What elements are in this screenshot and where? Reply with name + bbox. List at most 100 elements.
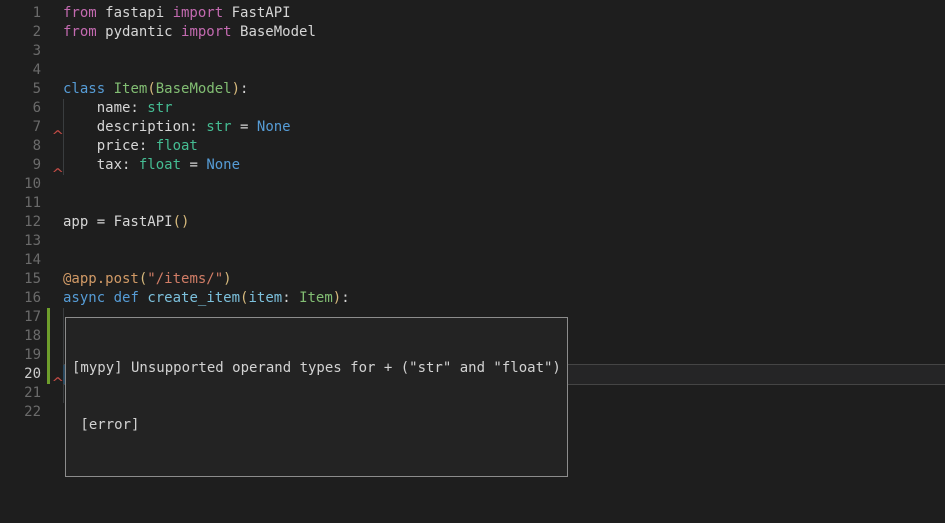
gutter (41, 4, 63, 23)
line-number[interactable]: 11 (0, 194, 41, 213)
line-number[interactable]: 17 (0, 308, 41, 327)
code-text[interactable]: class Item(BaseModel): (63, 80, 945, 99)
code-token: item (248, 290, 282, 306)
line-number[interactable]: 21 (0, 384, 41, 403)
code-text[interactable]: description: str = None (63, 118, 945, 137)
code-token: pydantic (97, 24, 181, 40)
gutter (41, 194, 63, 213)
code-text[interactable]: price: float (63, 137, 945, 156)
code-line[interactable]: 4 (0, 61, 945, 80)
code-token: None (206, 157, 240, 173)
code-token: = (181, 157, 206, 173)
line-number[interactable]: 13 (0, 232, 41, 251)
code-line[interactable]: 2 from pydantic import BaseModel (0, 23, 945, 42)
line-number[interactable]: 18 (0, 327, 41, 346)
line-number[interactable]: 5 (0, 80, 41, 99)
line-number[interactable]: 4 (0, 61, 41, 80)
code-token: fastapi (97, 5, 173, 21)
line-number[interactable]: 22 (0, 403, 41, 422)
code-line[interactable]: 10 (0, 175, 945, 194)
line-number[interactable]: 2 (0, 23, 41, 42)
git-added-bar (47, 327, 50, 346)
gutter (41, 289, 63, 308)
code-token: name: (63, 100, 147, 116)
code-line[interactable]: 7 description: str = None (0, 118, 945, 137)
line-number[interactable]: 12 (0, 213, 41, 232)
code-token: tax: (63, 157, 139, 173)
code-text[interactable] (63, 175, 945, 194)
line-number[interactable]: 6 (0, 99, 41, 118)
line-number[interactable]: 14 (0, 251, 41, 270)
code-line[interactable]: 1 from fastapi import FastAPI (0, 4, 945, 23)
code-line[interactable]: 16 async def create_item(item: Item): (0, 289, 945, 308)
code-text[interactable]: tax: float = None (63, 156, 945, 175)
gutter (41, 232, 63, 251)
code-line[interactable]: 8 price: float (0, 137, 945, 156)
code-token: def (114, 290, 139, 306)
code-token: str (147, 100, 172, 116)
code-token: = (232, 119, 257, 135)
error-caret-icon: ^ (53, 130, 72, 144)
code-token: from (63, 24, 97, 40)
code-token: async (63, 290, 105, 306)
code-token: import (173, 5, 224, 21)
code-line[interactable]: 11 (0, 194, 945, 213)
line-number[interactable]: 7 (0, 118, 41, 137)
code-token: price: (63, 138, 156, 154)
code-text[interactable] (63, 251, 945, 270)
diagnostic-tooltip: [mypy] Unsupported operand types for + (… (65, 317, 568, 477)
code-line[interactable]: 6 name: str (0, 99, 945, 118)
code-text[interactable] (63, 194, 945, 213)
line-number[interactable]: 9 (0, 156, 41, 175)
code-token: ) (223, 271, 231, 287)
code-text[interactable]: app = FastAPI() (63, 213, 945, 232)
code-line[interactable]: 13 (0, 232, 945, 251)
line-number[interactable]: 20 (0, 365, 41, 384)
code-token: Item (299, 290, 333, 306)
code-token: BaseModel (232, 24, 316, 40)
line-number[interactable]: 19 (0, 346, 41, 365)
line-number[interactable]: 1 (0, 4, 41, 23)
git-added-bar (47, 365, 50, 384)
code-line[interactable]: 12 app = FastAPI() (0, 213, 945, 232)
gutter (41, 251, 63, 270)
gutter (41, 403, 63, 422)
gutter (41, 61, 63, 80)
code-text[interactable] (63, 232, 945, 251)
code-text[interactable]: name: str (63, 99, 945, 118)
code-token (105, 290, 113, 306)
code-token: import (181, 24, 232, 40)
code-token: create_item (147, 290, 240, 306)
code-token: "/items/" (147, 271, 223, 287)
error-caret-icon: ^ (53, 168, 72, 182)
code-text[interactable] (63, 42, 945, 61)
gutter (41, 213, 63, 232)
code-token: : (282, 290, 299, 306)
code-line[interactable]: 15 @app.post("/items/") (0, 270, 945, 289)
code-token: class (63, 81, 105, 97)
code-token: str (206, 119, 231, 135)
code-editor[interactable]: 1 from fastapi import FastAPI 2 from pydant… (0, 0, 945, 523)
code-text[interactable] (63, 61, 945, 80)
gutter (41, 99, 63, 118)
code-token: None (257, 119, 291, 135)
line-number[interactable]: 10 (0, 175, 41, 194)
code-line[interactable]: 5 class Item(BaseModel): (0, 80, 945, 99)
code-token: Item (114, 81, 148, 97)
code-line[interactable]: 3 (0, 42, 945, 61)
code-text[interactable]: from fastapi import FastAPI (63, 4, 945, 23)
code-line[interactable]: 9 tax: float = None (0, 156, 945, 175)
code-token: @app.post (63, 271, 139, 287)
line-number[interactable]: 3 (0, 42, 41, 61)
diagnostic-message: [mypy] Unsupported operand types for + (… (72, 359, 561, 378)
code-text[interactable]: @app.post("/items/") (63, 270, 945, 289)
code-token: ( (147, 81, 155, 97)
line-number[interactable]: 8 (0, 137, 41, 156)
line-number[interactable]: 16 (0, 289, 41, 308)
code-text[interactable]: async def create_item(item: Item): (63, 289, 945, 308)
line-number[interactable]: 15 (0, 270, 41, 289)
gutter (41, 42, 63, 61)
gutter (41, 23, 63, 42)
code-text[interactable]: from pydantic import BaseModel (63, 23, 945, 42)
code-line[interactable]: 14 (0, 251, 945, 270)
